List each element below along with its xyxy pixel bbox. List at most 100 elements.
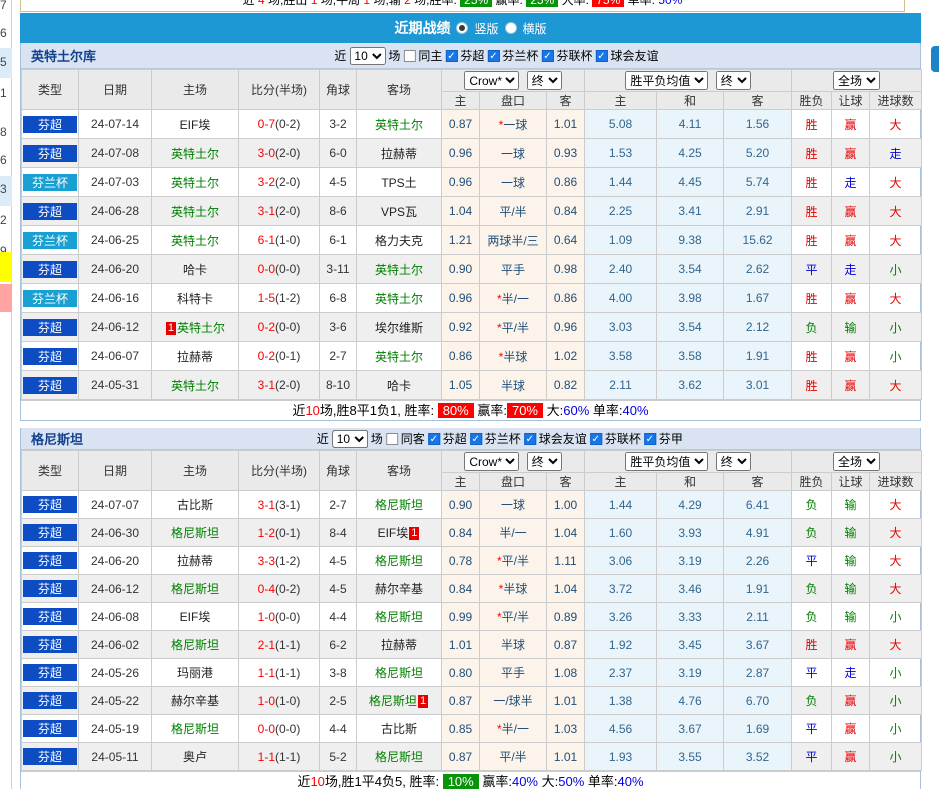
- team-link: TPS土: [381, 175, 417, 190]
- cell-avg-draw: 3.58: [656, 341, 725, 371]
- cell-result-handicap: 赢: [831, 370, 871, 400]
- league-checkbox[interactable]: ✓: [487, 49, 500, 62]
- sub-header-avg-draw: 和: [656, 91, 725, 110]
- cell-handicap: 平手: [479, 254, 547, 284]
- fulltime-score: 3-0: [257, 146, 275, 160]
- stats-text: 场,输: [370, 0, 405, 7]
- cell-result-handicap: 赢: [831, 196, 871, 226]
- league-checkbox[interactable]: ✓: [427, 432, 440, 445]
- team-link: 格尼斯坦: [170, 722, 219, 736]
- stats-text: 场,胜出: [264, 0, 311, 7]
- cell-away-team: VPS瓦: [356, 196, 442, 226]
- col-header-date: 日期: [78, 69, 152, 110]
- cell-avg-lose: 2.91: [723, 196, 793, 226]
- cell-away-odds: 0.96: [545, 312, 586, 342]
- cell-handicap: *半/一: [479, 283, 547, 313]
- avg-type-select[interactable]: 胜平负均值: [625, 71, 709, 90]
- cell-result-handicap: 走: [831, 254, 871, 284]
- league-checkbox[interactable]: ✓: [541, 49, 554, 62]
- team-link: VPS瓦: [380, 204, 417, 219]
- avg-type-select[interactable]: 胜平负均值: [625, 452, 709, 471]
- league-checkbox-label: 球会友谊: [538, 432, 587, 446]
- vertical-layout-radio[interactable]: [456, 22, 469, 34]
- scope-select[interactable]: 全场: [833, 71, 881, 90]
- cell-league: 芬超: [21, 109, 79, 139]
- avg-stage-select[interactable]: 终: [715, 452, 751, 471]
- team-link: 英特土尔: [170, 378, 219, 393]
- cell-result-handicap: 输: [831, 546, 871, 575]
- handicap-star: *: [496, 722, 502, 736]
- filter-bar: 近 10 场 同客 ✓ 芬超 ✓ 芬兰杯 ✓ 球会友谊 ✓ 芬联杯 ✓ 芬甲: [317, 429, 683, 448]
- league-badge: 芬超: [23, 318, 77, 336]
- league-checkbox[interactable]: ✓: [589, 432, 602, 445]
- side-scroll-tab[interactable]: [931, 46, 939, 72]
- cell-away-team: EIF埃 1: [356, 518, 442, 547]
- scope-select[interactable]: 全场: [833, 452, 881, 471]
- cell-result-goals: 小: [869, 686, 923, 715]
- big-rate-badge: 75%: [592, 0, 625, 7]
- cell-score: 3-1(2-0): [238, 370, 320, 400]
- cell-result-goals: 小: [869, 602, 923, 631]
- left-strip-digit: 6: [0, 153, 7, 167]
- fulltime-score: 3-1: [257, 378, 275, 392]
- cell-home-team: 拉赫蒂: [151, 341, 239, 371]
- league-badge: 芬超: [23, 376, 77, 394]
- cell-handicap: 半/一: [479, 518, 547, 547]
- cell-result-wdl: 负: [791, 518, 833, 547]
- cell-result-goals: 大: [869, 196, 923, 226]
- cell-home-team: 格尼斯坦: [151, 518, 239, 547]
- horizontal-layout-radio[interactable]: [504, 22, 517, 34]
- halftime-score: (0-1): [275, 349, 301, 363]
- league-badge: 芬超: [23, 202, 77, 220]
- cell-away-team: 格尼斯坦 1: [356, 686, 442, 715]
- league-badge: 芬兰杯: [23, 289, 77, 307]
- sub-header-avg-win: 主: [584, 91, 658, 110]
- team-link: 英特土尔: [374, 291, 423, 306]
- cell-avg-win: 3.26: [584, 602, 658, 631]
- cell-result-handicap: 赢: [831, 341, 871, 371]
- league-checkbox[interactable]: ✓: [523, 432, 536, 445]
- cell-date: 24-07-07: [78, 490, 152, 519]
- cell-avg-win: 1.09: [584, 225, 658, 255]
- match-count-select[interactable]: 10: [331, 429, 368, 448]
- cell-handicap: *一球: [479, 109, 547, 139]
- sub-header-wdl: 胜负: [791, 472, 833, 491]
- league-checkbox[interactable]: ✓: [445, 49, 458, 62]
- cell-result-wdl: 胜: [791, 167, 833, 197]
- league-checkbox[interactable]: ✓: [469, 432, 482, 445]
- odds-company-select[interactable]: Crow*: [464, 452, 520, 471]
- cell-result-goals: 小: [869, 714, 923, 743]
- cell-away-team: 格力夫克: [356, 225, 442, 255]
- odds-stage-select[interactable]: 终: [526, 71, 562, 90]
- team-link: 格尼斯坦: [374, 554, 423, 568]
- team-link: 英特土尔: [170, 146, 219, 161]
- same-venue-checkbox[interactable]: [385, 432, 398, 445]
- cell-home-team: 科特卡: [151, 283, 239, 313]
- avg-stage-select[interactable]: 终: [715, 71, 751, 90]
- cell-home-odds: 0.96: [441, 167, 480, 197]
- cell-date: 24-06-16: [78, 283, 152, 313]
- cell-away-odds: 1.00: [545, 490, 586, 519]
- fulltime-score: 0-0: [257, 721, 275, 736]
- halftime-score: (2-0): [275, 204, 301, 218]
- single-rate-value: 40%: [617, 774, 644, 789]
- league-checkbox[interactable]: ✓: [595, 49, 608, 62]
- cell-result-goals: 小: [869, 742, 923, 771]
- halftime-score: (1-1): [275, 637, 301, 652]
- same-venue-checkbox[interactable]: [403, 49, 416, 62]
- cell-result-wdl: 胜: [791, 196, 833, 226]
- match-count-select[interactable]: 10: [349, 46, 386, 65]
- cell-avg-lose: 2.62: [723, 254, 793, 284]
- team-link: 格尼斯坦: [374, 610, 423, 624]
- cell-away-odds: 1.02: [545, 341, 586, 371]
- cell-avg-win: 2.40: [584, 254, 658, 284]
- odds-stage-select[interactable]: 终: [526, 452, 562, 471]
- cell-score: 1-0(0-0): [238, 602, 320, 631]
- odds-company-select[interactable]: Crow*: [464, 71, 520, 90]
- cell-home-odds: 0.84: [441, 518, 480, 547]
- cell-corners: 3-2: [319, 109, 357, 139]
- cell-home-odds: 0.87: [441, 742, 480, 771]
- fulltime-score: 3-1: [257, 204, 275, 218]
- league-checkbox[interactable]: ✓: [643, 432, 656, 445]
- summary-text: 近: [292, 403, 306, 418]
